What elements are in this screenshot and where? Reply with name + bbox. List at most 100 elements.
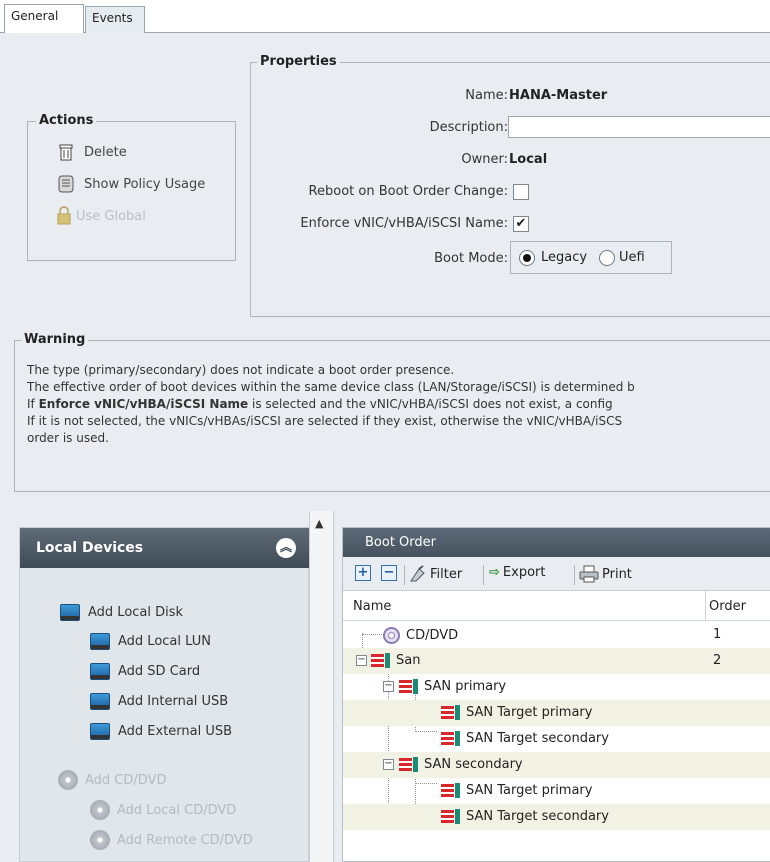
boot-order-panel: Boot Order + − Filter ⇨ Export Print Nam… [342,527,770,862]
export-arrow-icon: ⇨ [489,565,500,580]
tree-row[interactable]: − SAN secondary [343,752,770,778]
warning-line-3-bold: Enforce vNIC/vHBA/iSCSI Name [38,397,249,411]
tree-row[interactable]: − San 2 [343,648,770,674]
san-icon [399,757,419,772]
minus-icon: − [381,565,397,581]
toolbar-separator [483,565,484,585]
add-remote-cd-dvd-label: Add Remote CD/DVD [117,832,253,848]
boot-mode-label: Boot Mode: [434,251,508,266]
column-divider[interactable] [705,591,706,621]
tree-row-name: SAN primary [424,679,507,694]
delete-action[interactable]: Delete [56,142,127,162]
cd-dvd-icon [383,627,400,644]
add-cd-dvd-label: Add CD/DVD [85,772,167,788]
tree-row-name: SAN secondary [424,757,523,772]
general-tab-content: Actions Delete Show Policy Usage Use Glo… [0,33,770,862]
tree-row-name: SAN Target secondary [466,731,609,746]
print-label: Print [602,566,632,582]
add-sd-card-label: Add SD Card [118,664,201,679]
warning-line-5: order is used. [27,431,109,445]
add-local-lun[interactable]: Add Local LUN [90,633,211,650]
add-remote-cd-dvd: Add Remote CD/DVD [90,830,253,850]
add-cd-dvd: Add CD/DVD [58,770,166,790]
tree-row-name: CD/DVD [406,628,459,643]
toolbar-separator [574,565,575,585]
left-scrollbar[interactable]: ▲ [309,511,334,862]
tab-general[interactable]: General [4,4,84,34]
tree-row-name: SAN Target primary [466,705,593,720]
boot-order-toolbar: + − Filter ⇨ Export Print [343,557,770,591]
export-label: Export [502,565,546,580]
warning-line-4: If it is not selected, the vNICs/vHBAs/i… [27,414,623,428]
name-label: Name: [465,88,508,103]
enforce-name-checkbox[interactable]: ✔ [513,216,529,232]
tab-events[interactable]: Events [85,6,145,33]
tree-row[interactable]: − SAN primary [343,674,770,700]
column-header-order[interactable]: Order [709,599,746,614]
add-button[interactable]: + [355,565,371,581]
tree-row[interactable]: SAN Target secondary [343,804,770,830]
delete-label: Delete [84,144,127,160]
show-policy-usage-label: Show Policy Usage [84,176,206,192]
remove-button[interactable]: − [381,565,397,581]
tree-row[interactable]: SAN Target primary [343,700,770,726]
scroll-up-icon[interactable]: ▲ [315,517,323,530]
tree-row-name: San [396,653,421,668]
enforce-name-label: Enforce vNIC/vHBA/iSCSI Name: [300,216,508,231]
collapse-toggle-icon[interactable]: − [383,759,394,770]
boot-order-header: Boot Order [343,528,770,557]
actions-title: Actions [36,113,97,128]
warning-text: The type (primary/secondary) does not in… [27,362,770,447]
local-devices-title: Local Devices [36,540,144,556]
tree-row-order: 2 [713,653,722,668]
local-devices-header[interactable]: Local Devices ︽ [20,528,310,568]
local-devices-panel: Local Devices ︽ Add Local Disk Add Local… [19,527,310,862]
tree-row-name: SAN Target primary [466,783,593,798]
show-policy-usage-action[interactable]: Show Policy Usage [56,174,205,194]
column-header-name[interactable]: Name [353,599,391,614]
add-local-cd-dvd-label: Add Local CD/DVD [117,802,237,818]
properties-title: Properties [257,54,340,69]
filter-button[interactable]: Filter [409,565,462,583]
tree-row[interactable]: CD/DVD 1 [343,622,770,648]
owner-value: Local [509,152,548,167]
reboot-on-change-label: Reboot on Boot Order Change: [308,184,508,199]
add-external-usb[interactable]: Add External USB [90,723,232,740]
filter-icon [410,565,425,582]
export-button[interactable]: ⇨ Export [489,565,545,580]
name-value: HANA-Master [509,88,608,103]
collapse-icon[interactable]: ︽ [276,538,296,558]
boot-order-editor: Local Devices ︽ Add Local Disk Add Local… [0,511,770,862]
uefi-radio[interactable] [599,250,615,266]
legacy-label: Legacy [541,250,588,265]
boot-mode-group: Legacy Uefi [510,241,672,274]
print-button[interactable]: Print [579,565,632,583]
tab-bar: General Events [0,0,770,34]
disc-icon [90,830,110,850]
add-local-lun-label: Add Local LUN [118,634,211,649]
warning-line-3-suffix: is selected and the vNIC/vHBA/iSCSI does… [248,397,613,411]
reboot-on-change-checkbox[interactable] [513,184,529,200]
toolbar-separator [404,565,405,585]
add-sd-card[interactable]: Add SD Card [90,663,200,680]
san-icon [441,783,461,798]
add-external-usb-label: Add External USB [118,724,233,739]
collapse-toggle-icon[interactable]: − [383,681,394,692]
disc-icon [58,770,78,790]
add-internal-usb[interactable]: Add Internal USB [90,693,228,710]
warning-panel: Warning The type (primary/secondary) doe… [14,332,770,492]
description-input[interactable] [508,116,770,138]
filter-label: Filter [430,566,463,582]
warning-line-2: The effective order of boot devices with… [27,380,635,394]
disc-icon [90,800,110,820]
tree-row[interactable]: SAN Target primary [343,778,770,804]
trash-icon [59,144,73,161]
legacy-radio[interactable] [519,250,535,266]
add-internal-usb-label: Add Internal USB [118,694,229,709]
disk-icon [90,723,110,740]
add-local-disk[interactable]: Add Local Disk [60,604,183,621]
warning-title: Warning [21,332,89,347]
collapse-toggle-icon[interactable]: − [356,655,367,666]
properties-panel: Properties Name: HANA-Master Description… [250,54,770,317]
tree-row[interactable]: SAN Target secondary [343,726,770,752]
